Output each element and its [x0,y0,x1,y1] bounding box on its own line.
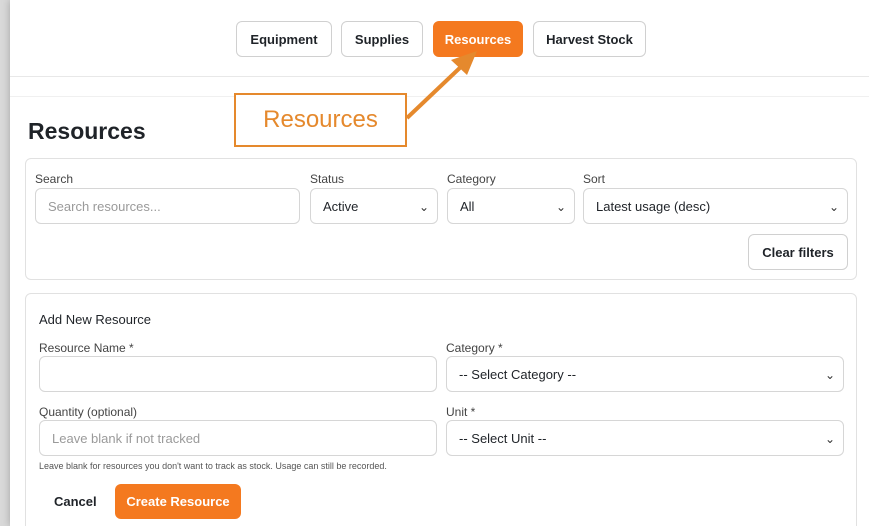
divider [10,76,869,97]
tab-label: Supplies [354,31,410,47]
cancel-button[interactable]: Cancel [54,494,97,509]
category-select[interactable]: -- Select Category -- ⌄ [446,356,844,392]
status-label: Status [310,172,345,186]
add-resource-card: Add New Resource Resource Name * Categor… [25,293,857,526]
category-value: -- Select Category -- [459,366,577,382]
category-filter-value: All [460,198,475,214]
quantity-label: Quantity (optional) [39,405,138,419]
category-label: Category * [446,341,503,355]
page: Equipment Supplies Resources Harvest Sto… [10,0,869,526]
sort-label: Sort [583,172,606,186]
category-filter-label: Category [447,172,496,186]
sort-select[interactable]: Latest usage (desc) ⌄ [583,188,848,224]
clear-filters-button[interactable]: Clear filters [748,234,848,270]
unit-value: -- Select Unit -- [459,430,547,446]
quantity-placeholder: Leave blank if not tracked [52,430,201,446]
create-resource-label: Create Resource [126,494,230,509]
status-select[interactable]: Active ⌄ [310,188,438,224]
resource-name-input[interactable] [39,356,437,392]
search-input[interactable]: Search resources... [35,188,300,224]
form-title: Add New Resource [39,312,151,327]
top-tab-bar: Equipment Supplies Resources Harvest Sto… [10,0,869,77]
tab-label: Harvest Stock [546,31,633,47]
tab-label: Equipment [250,31,318,47]
tab-label: Resources [444,31,512,47]
page-title: Resources [28,118,146,144]
sort-value: Latest usage (desc) [596,198,711,214]
chevron-down-icon: ⌄ [555,200,566,214]
create-resource-button[interactable]: Create Resource [115,484,241,519]
status-value: Active [323,198,359,214]
callout-label: Resources [263,106,378,133]
clear-filters-label: Clear filters [762,244,834,260]
resource-name-label: Resource Name * [39,341,134,355]
tab-equipment[interactable]: Equipment [236,21,332,57]
quantity-help-text: Leave blank for resources you don't want… [39,461,387,471]
unit-label: Unit * [446,405,476,419]
unit-select[interactable]: -- Select Unit -- ⌄ [446,420,844,456]
chevron-down-icon: ⌄ [824,368,835,382]
search-label: Search [35,172,74,186]
category-filter-select[interactable]: All ⌄ [447,188,575,224]
tab-resources[interactable]: Resources [433,21,523,57]
chevron-down-icon: ⌄ [418,200,429,214]
tab-supplies[interactable]: Supplies [341,21,423,57]
filters-card: Search Search resources... Status Active… [25,158,857,280]
search-placeholder: Search resources... [48,198,161,214]
quantity-input[interactable]: Leave blank if not tracked [39,420,437,456]
tab-harvest-stock[interactable]: Harvest Stock [533,21,646,57]
chevron-down-icon: ⌄ [824,432,835,446]
chevron-down-icon: ⌄ [828,200,839,214]
resources-callout: Resources [234,93,407,147]
